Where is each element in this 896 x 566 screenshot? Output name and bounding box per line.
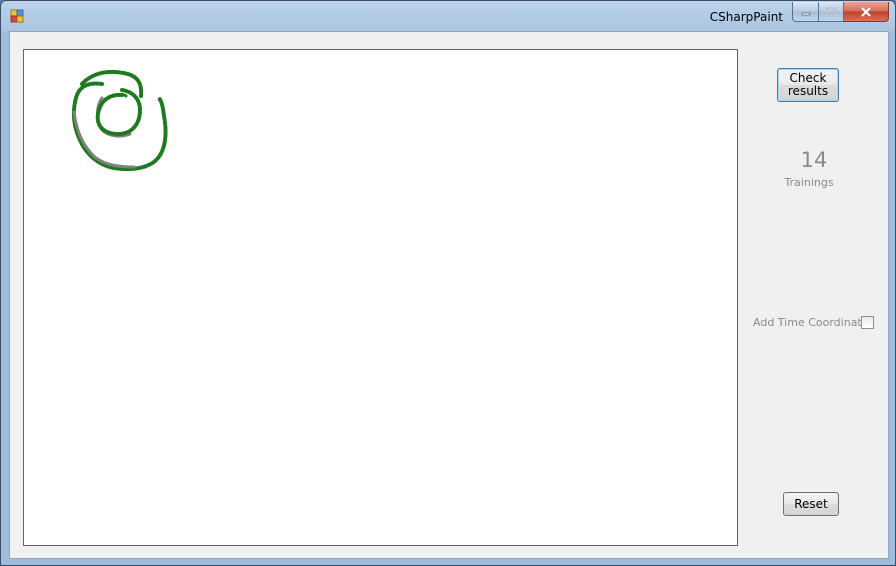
time-coordinate-label: Add Time Coordinate — [753, 316, 869, 329]
spiral-inner-stroke — [95, 88, 143, 137]
minimize-button[interactable] — [792, 2, 819, 22]
reset-button[interactable]: Reset — [783, 492, 839, 516]
drawn-spiral — [71, 69, 168, 172]
maximize-button[interactable] — [819, 2, 844, 22]
check-results-label: Check results — [787, 71, 829, 98]
trainings-count: 14 — [800, 148, 828, 172]
maximize-icon — [826, 7, 836, 16]
spiral-gray-stroke-left — [72, 110, 136, 169]
title-bar[interactable]: CSharpPaint — [1, 1, 895, 31]
app-icon — [10, 9, 24, 23]
reset-label: Reset — [794, 497, 828, 511]
trainings-label: Trainings — [784, 176, 834, 189]
drawing-canvas[interactable] — [23, 49, 738, 546]
spiral-center-stroke — [110, 93, 128, 98]
app-window: CSharpPaint Check results 14 Trainings A… — [0, 0, 896, 566]
close-button[interactable] — [844, 2, 889, 22]
time-coordinate-checkbox[interactable] — [861, 316, 874, 329]
minimize-icon — [801, 12, 810, 15]
client-area: Check results 14 Trainings Add Time Coor… — [9, 31, 889, 559]
window-title: CSharpPaint — [709, 10, 783, 24]
close-icon — [861, 6, 871, 17]
check-results-button[interactable]: Check results — [777, 68, 839, 102]
caption-buttons — [792, 2, 889, 22]
